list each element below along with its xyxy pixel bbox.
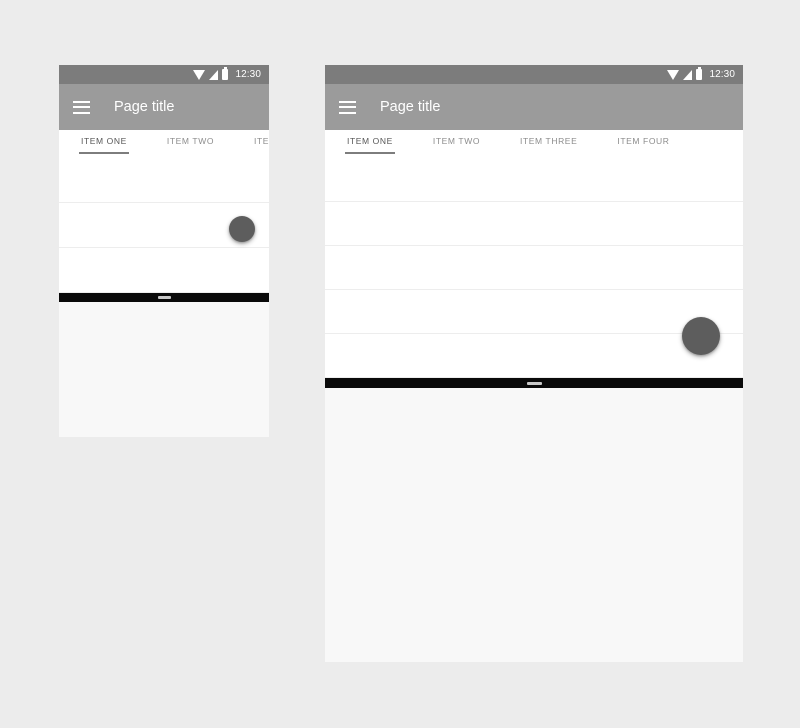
signal-icon: [683, 69, 693, 80]
device-mockup-small: 12:30 Page title ITEM ONE ITEM TWO ITEM …: [59, 65, 269, 437]
split-divider-bar[interactable]: [59, 293, 269, 302]
app-bar: Page title: [59, 84, 269, 130]
app-bar: Page title: [325, 84, 743, 130]
floating-action-button[interactable]: [682, 317, 720, 355]
hamburger-line: [73, 106, 90, 108]
hamburger-menu-icon[interactable]: [339, 100, 356, 114]
status-bar-clock: 12:30: [709, 69, 735, 80]
lower-blank-panel: [59, 302, 269, 437]
drag-handle-icon[interactable]: [526, 381, 542, 385]
list-item[interactable]: [325, 334, 743, 378]
tab-item-one[interactable]: ITEM ONE: [345, 130, 395, 154]
hamburger-menu-icon[interactable]: [73, 100, 90, 114]
status-bar: 12:30: [59, 65, 269, 84]
hamburger-line: [339, 100, 356, 103]
tab-bar: ITEM ONE ITEM TWO ITEM THRE: [59, 130, 269, 158]
status-bar-icons: 12:30: [193, 67, 261, 80]
battery-icon: [696, 67, 703, 80]
split-divider-bar[interactable]: [325, 378, 743, 388]
list-item[interactable]: [325, 158, 743, 202]
list-item[interactable]: [325, 246, 743, 290]
lower-blank-panel: [325, 388, 743, 662]
tab-item-two[interactable]: ITEM TWO: [167, 130, 214, 154]
wifi-icon: [193, 69, 206, 80]
list-item[interactable]: [325, 290, 743, 334]
hamburger-line: [339, 106, 356, 108]
page-title: Page title: [114, 99, 175, 115]
page-title: Page title: [380, 99, 441, 115]
tab-item-two[interactable]: ITEM TWO: [433, 130, 480, 154]
floating-action-button[interactable]: [229, 216, 255, 242]
signal-icon: [209, 69, 219, 80]
list-item[interactable]: [59, 158, 269, 203]
hamburger-line: [73, 100, 90, 103]
tab-item-three[interactable]: ITEM THRE: [254, 130, 269, 154]
status-bar-icons: 12:30: [667, 67, 735, 80]
wifi-icon: [667, 69, 680, 80]
hamburger-line: [73, 111, 90, 114]
tab-item-three[interactable]: ITEM THREE: [520, 130, 577, 154]
drag-handle-icon[interactable]: [157, 296, 171, 299]
tab-item-four[interactable]: ITEM FOUR: [617, 130, 669, 154]
tab-bar: ITEM ONE ITEM TWO ITEM THREE ITEM FOUR: [325, 130, 743, 158]
battery-icon: [222, 67, 229, 80]
list-item[interactable]: [59, 248, 269, 293]
content-list: [325, 158, 743, 378]
tab-item-one[interactable]: ITEM ONE: [79, 130, 129, 154]
status-bar: 12:30: [325, 65, 743, 84]
list-item[interactable]: [325, 202, 743, 246]
device-mockup-large: 12:30 Page title ITEM ONE ITEM TWO ITEM …: [325, 65, 743, 662]
hamburger-line: [339, 111, 356, 114]
status-bar-clock: 12:30: [235, 69, 261, 80]
